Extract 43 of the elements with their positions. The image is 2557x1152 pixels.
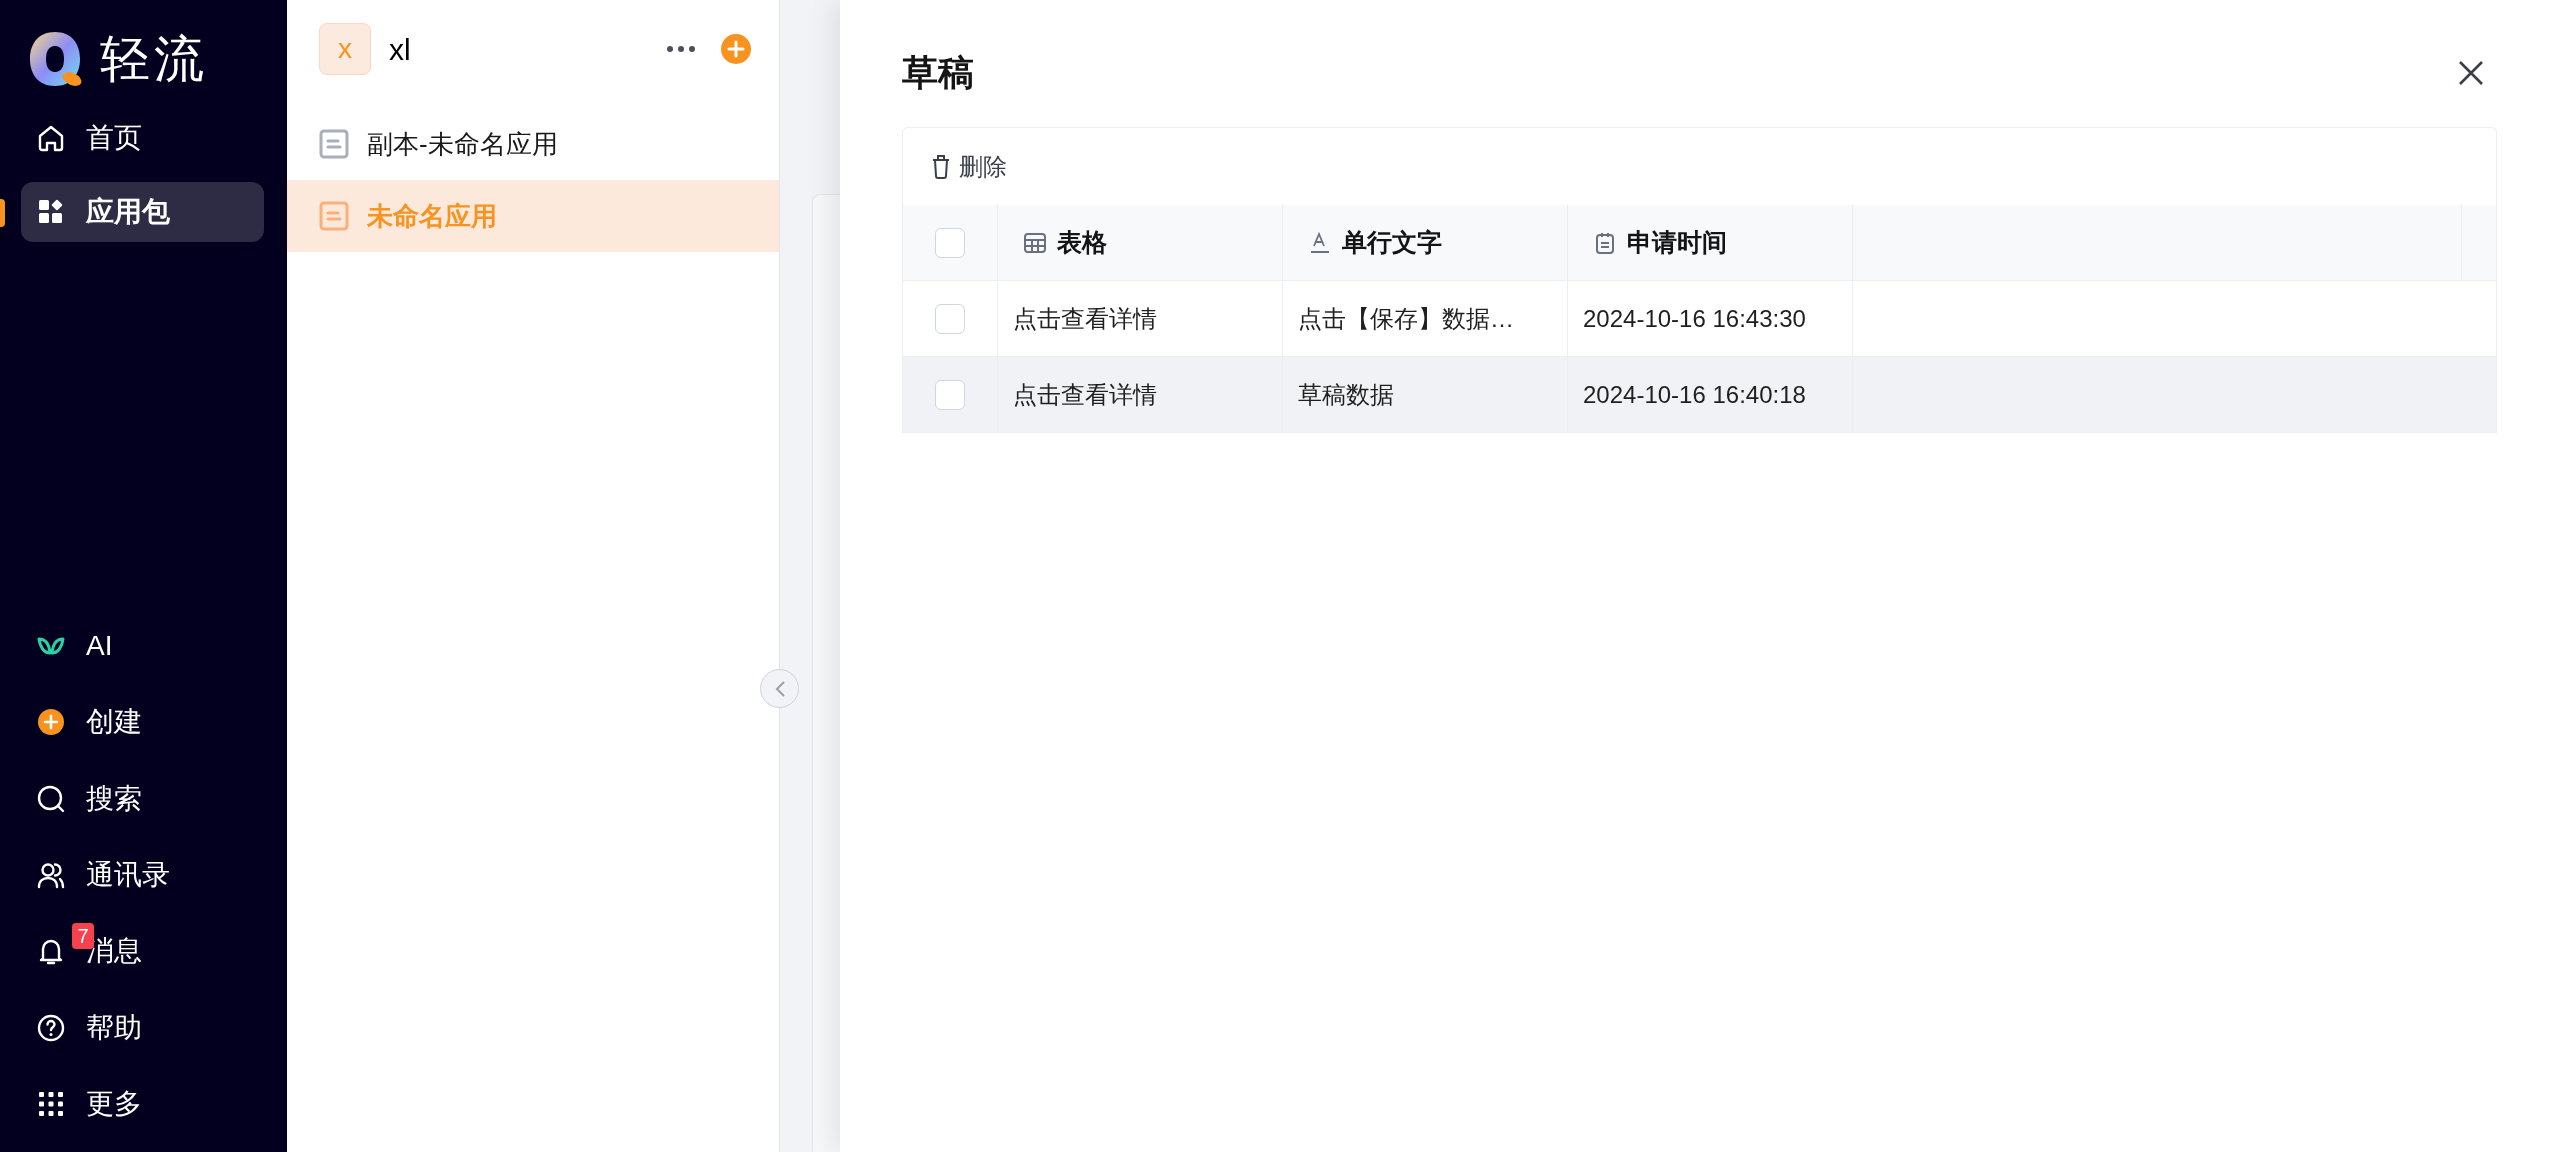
sidebar-item[interactable]: 应用包: [21, 182, 264, 242]
table-cell-text: 点击【保存】数据…: [1298, 303, 1514, 334]
more-icon[interactable]: [666, 45, 696, 53]
column-header: 申请时间: [1627, 226, 1727, 258]
add-icon: [36, 707, 66, 738]
form-icon: [319, 201, 349, 231]
checkbox[interactable]: [935, 227, 965, 258]
table-cell-text: 点击查看详情: [1013, 303, 1157, 334]
form-icon: [319, 129, 349, 159]
sidebar-item[interactable]: 帮助: [0, 989, 287, 1066]
drawer-title: 草稿: [902, 50, 974, 95]
table-cell-text: 2024-10-16 16:43:30: [1583, 303, 1806, 334]
table-cell-text: 2024-10-16 16:40:18: [1583, 379, 1806, 410]
logo-text: 轻流: [100, 34, 208, 84]
column-header: 单行文字: [1342, 226, 1442, 258]
search-icon: [36, 783, 66, 814]
trash-icon: [931, 153, 951, 180]
checkbox[interactable]: [935, 303, 965, 334]
sidebar-item[interactable]: 首页: [21, 108, 264, 168]
help-icon: [36, 1012, 66, 1043]
chevron-left-icon: [773, 679, 786, 698]
column-header: 表格: [1057, 226, 1107, 258]
workspace-avatar: x: [319, 23, 371, 75]
table-icon: [1023, 230, 1047, 255]
add-icon[interactable]: [721, 34, 751, 64]
sidebar-item[interactable]: 创建: [0, 684, 287, 761]
sidebar-item[interactable]: 更多: [0, 1065, 287, 1142]
text-format-icon: [1308, 230, 1332, 255]
table-row[interactable]: 点击查看详情 点击【保存】数据… 2024-10-16 16:43:30: [903, 281, 2496, 357]
table-cell-text: 草稿数据: [1298, 379, 1394, 410]
active-indicator: [0, 199, 5, 227]
sidebar-item[interactable]: 搜索: [0, 760, 287, 837]
calendar-icon: [1593, 230, 1617, 255]
sidebar-item[interactable]: 通讯录: [0, 836, 287, 914]
workspace-name: xl: [389, 31, 411, 68]
close-icon: [2457, 58, 2485, 87]
home-icon: [36, 123, 66, 153]
checkbox[interactable]: [935, 379, 965, 410]
table-cell-text: 点击查看详情: [1013, 379, 1157, 410]
delete-button[interactable]: 删除: [931, 148, 1007, 185]
table-row[interactable]: 点击查看详情 草稿数据 2024-10-16 16:40:18: [903, 357, 2496, 433]
sidebar-item[interactable]: AI: [0, 607, 287, 685]
app-item[interactable]: 副本-未命名应用: [287, 108, 779, 180]
